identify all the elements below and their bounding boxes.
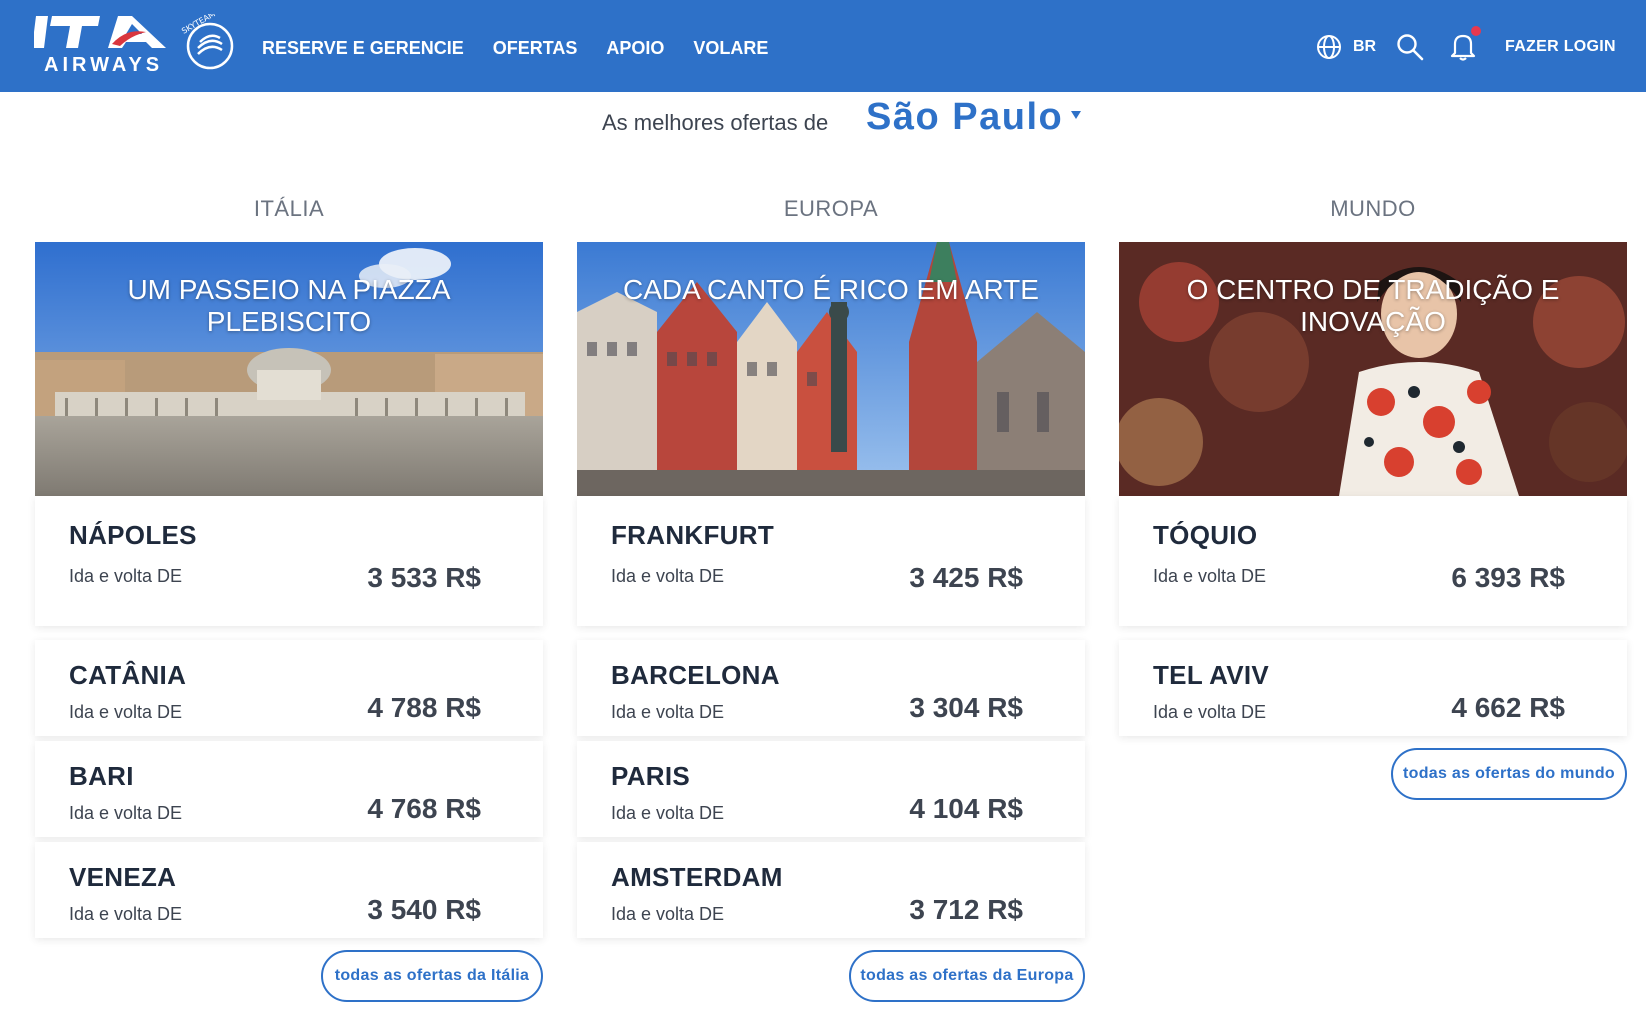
destination-name: AMSTERDAM [611, 862, 783, 892]
offer-card-veneza[interactable]: VENEZA Ida e volta DE 3 540 R$ [35, 842, 543, 938]
offer-card-barcelona[interactable]: BARCELONA Ida e volta DE 3 304 R$ [577, 640, 1085, 736]
fare-price: 3 304 R$ [909, 692, 1023, 723]
fare-type: Ida e volta DE [611, 803, 725, 823]
all-offers-italia-button[interactable]: todas as ofertas da Itália [321, 950, 543, 1002]
offer-card-amsterdam[interactable]: AMSTERDAM Ida e volta DE 3 712 R$ [577, 842, 1085, 938]
nav-reserve-e-gerencie[interactable]: RESERVE E GERENCIE [262, 38, 464, 59]
destination-name: NÁPOLES [69, 520, 197, 550]
globe-icon[interactable] [1316, 34, 1342, 60]
offer-card-napoles[interactable]: NÁPOLES Ida e volta DE 3 533 R$ [35, 496, 543, 626]
nav-apoio[interactable]: APOIO [606, 38, 664, 59]
fare-price: 3 712 R$ [909, 894, 1023, 925]
fare-price: 3 425 R$ [909, 562, 1023, 593]
fare-type: Ida e volta DE [1153, 702, 1267, 722]
hero-banner-mundo[interactable]: O CENTRO DE TRADIÇÃO E INOVAÇÃO [1119, 242, 1627, 496]
origin-city-dropdown[interactable]: São Paulo [866, 96, 1063, 139]
hero-caption: CADA CANTO É RICO EM ARTE [623, 274, 1039, 305]
selector-label: As melhores ofertas de [602, 110, 829, 135]
nav-ofertas[interactable]: OFERTAS [493, 38, 578, 59]
all-offers-mundo-button[interactable]: todas as ofertas do mundo [1391, 748, 1627, 800]
notification-badge [1471, 26, 1481, 36]
offers-column-italia: ITÁLIA UM PASSEIO NA PIAZZA PLEBISCITO N… [35, 196, 543, 1006]
offer-card-catania[interactable]: CATÂNIA Ida e volta DE 4 788 R$ [35, 640, 543, 736]
fare-type: Ida e volta DE [1153, 566, 1267, 586]
ita-airways-logo[interactable]: AIRWAYS SKYTEAM [34, 14, 234, 78]
fare-type: Ida e volta DE [69, 803, 183, 823]
destination-name: PARIS [611, 761, 691, 791]
destination-name: TÓQUIO [1153, 520, 1258, 550]
fare-price: 3 540 R$ [367, 894, 481, 925]
fare-price: 4 104 R$ [909, 793, 1023, 824]
offer-card-toquio[interactable]: TÓQUIO Ida e volta DE 6 393 R$ [1119, 496, 1627, 626]
offer-card-tel-aviv[interactable]: TEL AVIV Ida e volta DE 4 662 R$ [1119, 640, 1627, 736]
fare-price: 4 662 R$ [1451, 692, 1565, 723]
search-icon[interactable] [1396, 33, 1424, 61]
destination-name: VENEZA [69, 862, 177, 892]
fare-type: Ida e volta DE [611, 566, 725, 586]
main-nav: RESERVE E GERENCIE OFERTAS APOIO VOLARE [262, 38, 797, 59]
nav-volare[interactable]: VOLARE [693, 38, 768, 59]
fare-price: 3 533 R$ [367, 562, 481, 593]
hero-banner-europa[interactable]: CADA CANTO É RICO EM ARTE [577, 242, 1085, 496]
destination-name: TEL AVIV [1153, 660, 1270, 690]
column-title: ITÁLIA [253, 196, 325, 221]
hero-banner-italia[interactable]: UM PASSEIO NA PIAZZA PLEBISCITO [35, 242, 543, 496]
column-title: EUROPA [783, 196, 879, 221]
hero-caption: UM PASSEIO NA PIAZZA PLEBISCITO [127, 274, 451, 337]
origin-city-selector: As melhores ofertas de São Paulo [0, 96, 1646, 156]
bell-icon[interactable] [1450, 31, 1476, 61]
destination-name: BARCELONA [611, 660, 780, 690]
language-selector[interactable]: BR [1353, 38, 1376, 56]
offer-card-paris[interactable]: PARIS Ida e volta DE 4 104 R$ [577, 741, 1085, 837]
offer-card-frankfurt[interactable]: FRANKFURT Ida e volta DE 3 425 R$ [577, 496, 1085, 626]
dropdown-arrow-icon[interactable] [1068, 108, 1084, 122]
fare-price: 4 788 R$ [367, 692, 481, 723]
destination-name: FRANKFURT [611, 520, 775, 550]
all-offers-europa-button[interactable]: todas as ofertas da Europa [849, 950, 1085, 1002]
fare-type: Ida e volta DE [69, 702, 183, 722]
fare-type: Ida e volta DE [69, 566, 183, 586]
login-button[interactable]: FAZER LOGIN [1505, 38, 1616, 56]
offers-column-mundo: MUNDO O CENTRO DE TRADIÇÃO E INOVAÇÃO TÓ… [1119, 196, 1627, 816]
fare-price: 4 768 R$ [367, 793, 481, 824]
fare-type: Ida e volta DE [69, 904, 183, 924]
hero-caption: O CENTRO DE TRADIÇÃO E INOVAÇÃO [1186, 274, 1560, 337]
destination-name: BARI [69, 761, 134, 791]
destination-name: CATÂNIA [69, 660, 187, 690]
offer-card-bari[interactable]: BARI Ida e volta DE 4 768 R$ [35, 741, 543, 837]
airways-wordmark: AIRWAYS [44, 54, 164, 76]
top-navigation-bar: AIRWAYS SKYTEAM RESERVE E GERENCIE OFERT… [0, 0, 1646, 92]
column-title: MUNDO [1330, 196, 1416, 221]
skyteam-logo: SKYTEAM [180, 14, 234, 70]
fare-type: Ida e volta DE [611, 904, 725, 924]
ita-logo-mark [34, 16, 166, 48]
offers-column-europa: EUROPA CADA CANTO É RICO EM ARTE FRANKFU… [577, 196, 1085, 1006]
fare-type: Ida e volta DE [611, 702, 725, 722]
fare-price: 6 393 R$ [1451, 562, 1565, 593]
